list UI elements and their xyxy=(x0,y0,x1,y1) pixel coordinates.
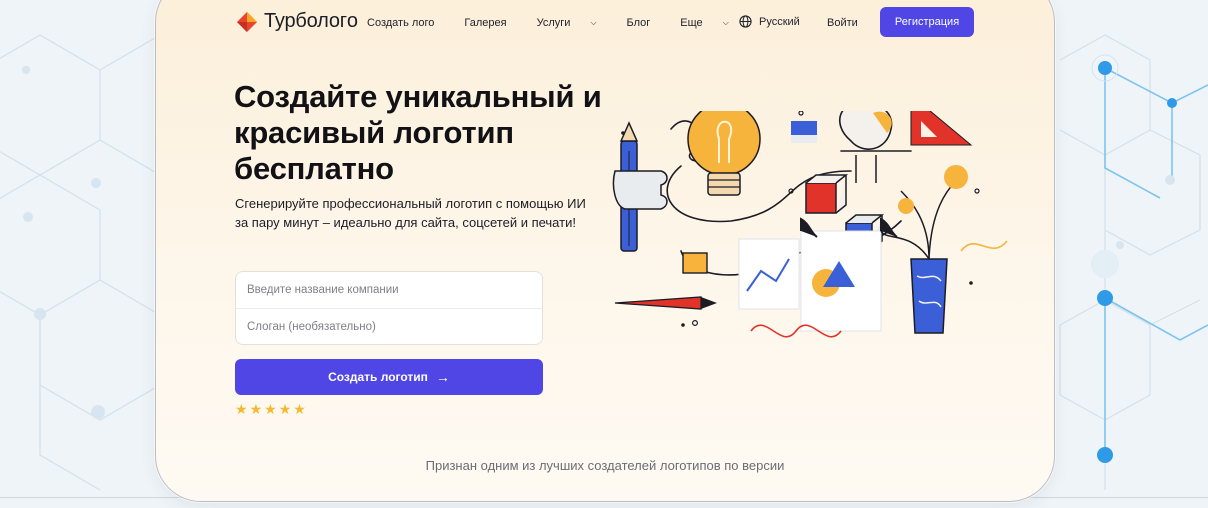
hero-subtitle-line: Сгенерируйте профессиональный логотип с … xyxy=(235,196,586,211)
globe-icon xyxy=(739,15,752,28)
brand-logo[interactable]: Турбологo xyxy=(236,10,358,33)
recognition-text: Признан одним из лучших создателей логот… xyxy=(425,458,785,473)
menu-item-label: Создать лого xyxy=(367,17,435,29)
hero-title: Создайте уникальный и красивый логотип б… xyxy=(234,79,602,186)
star-icon: ★ xyxy=(249,401,264,417)
menu-item-label: Еще xyxy=(680,17,703,29)
hero-card: Турбологo Создать лого Галерея Услуги ⌵ Б… xyxy=(155,0,1055,502)
menu-item-more[interactable]: Еще ⌵ xyxy=(680,17,743,29)
hero-illustration xyxy=(612,111,1008,338)
language-label: Русский xyxy=(759,15,800,28)
menu-item-label: Галерея xyxy=(464,17,507,29)
diamond-logo-icon xyxy=(237,11,257,32)
register-button[interactable]: Регистрация xyxy=(880,7,974,37)
star-icon: ★ xyxy=(293,401,307,417)
language-selector[interactable]: Русский xyxy=(739,15,800,28)
create-logo-label: Создать логотип xyxy=(328,370,428,384)
brand-name: Турбологo xyxy=(264,10,358,32)
company-name-input[interactable] xyxy=(236,272,542,308)
menu-item-blog[interactable]: Блог xyxy=(627,17,666,29)
create-logo-button[interactable]: Создать логотип → xyxy=(235,359,543,395)
menu-item-services[interactable]: Услуги ⌵ xyxy=(537,17,612,29)
star-icon: ★ xyxy=(235,401,249,417)
logo-form xyxy=(235,271,543,345)
chevron-down-icon: ⌵ xyxy=(590,18,597,27)
menu-item-label: Блог xyxy=(626,17,651,29)
menu-item-gallery[interactable]: Галерея xyxy=(464,17,521,29)
rating-stars: ★ ★ ★ ★ ★ xyxy=(235,401,308,418)
hero-subtitle: Сгенерируйте профессиональный логотип с … xyxy=(235,194,605,232)
menu-item-create-logo[interactable]: Создать лого xyxy=(367,17,449,29)
chevron-down-icon: ⌵ xyxy=(722,18,729,27)
slogan-input[interactable] xyxy=(236,309,542,345)
star-icon: ★ xyxy=(264,401,278,417)
login-link[interactable]: Войти xyxy=(827,17,858,29)
arrow-right-icon: → xyxy=(435,369,450,385)
main-menu: Создать лого Галерея Услуги ⌵ Блог Еще ⌵ xyxy=(367,17,759,29)
top-navigation: Турбологo Создать лого Галерея Услуги ⌵ Б… xyxy=(156,0,1054,47)
star-icon: ★ xyxy=(278,401,293,417)
hero-subtitle-line: за пару минут – идеально для сайта, соцс… xyxy=(235,215,576,230)
menu-item-label: Услуги xyxy=(536,17,571,29)
